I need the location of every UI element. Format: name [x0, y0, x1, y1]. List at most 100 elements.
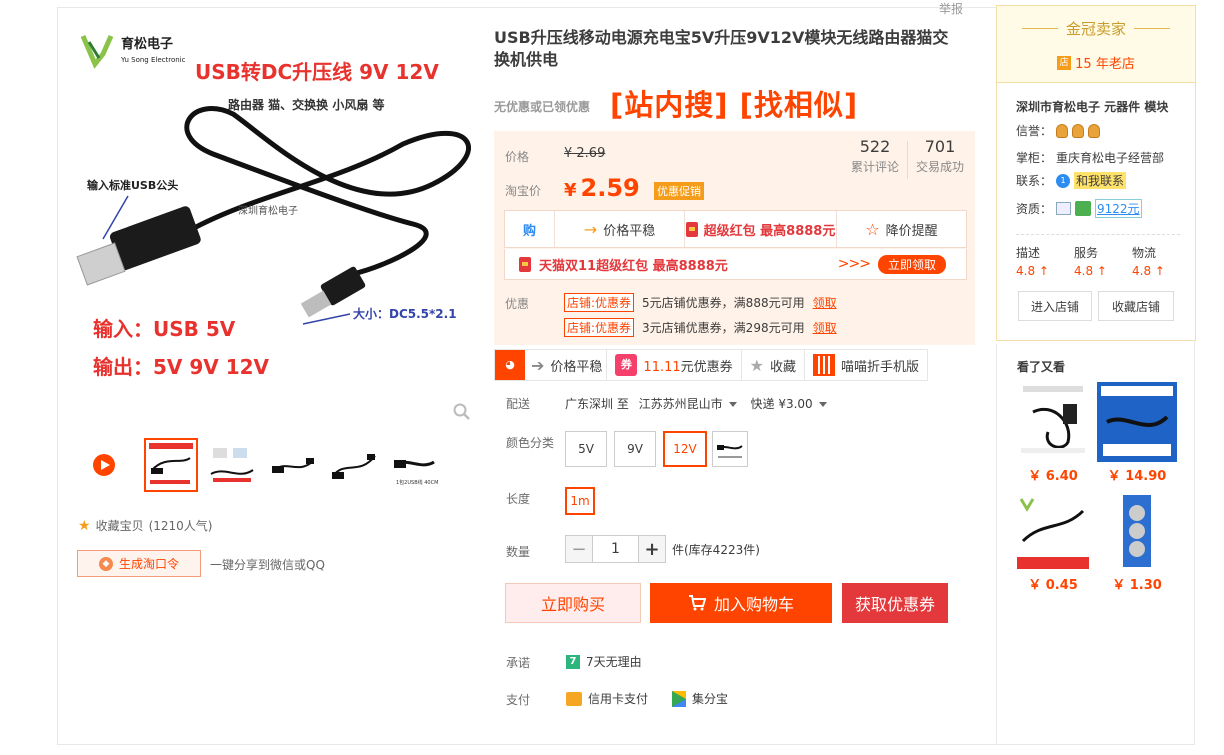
coupon-claim-1[interactable]: 领取	[813, 294, 837, 311]
quantity-label: 数量	[506, 545, 531, 559]
color-option-12v[interactable]: 12V	[663, 431, 707, 467]
quantity-input[interactable]: 1	[593, 535, 638, 563]
recommend-item-2[interactable]: ￥ 14.90	[1097, 382, 1177, 484]
recommend-image-3[interactable]	[1013, 491, 1093, 571]
price-alert-item[interactable]: ☆ 降价提醒	[837, 211, 966, 247]
thumbnail-1[interactable]	[144, 438, 198, 492]
gou-icon: 购	[505, 211, 555, 247]
recommend-image-4[interactable]	[1097, 491, 1177, 571]
collect-shop-button[interactable]: 收藏店铺	[1098, 291, 1174, 321]
seven-day-icon: 7	[566, 654, 580, 669]
quantity-minus-button[interactable]: −	[565, 535, 593, 563]
thumbnail-5[interactable]: 1包2USB线 40CM	[388, 438, 442, 492]
add-to-cart-button[interactable]: 加入购物车	[650, 583, 832, 623]
promise-text: 7天无理由	[586, 655, 642, 669]
contact-me-link[interactable]: 和我联系	[1074, 172, 1127, 189]
thumbnail-3[interactable]	[266, 438, 320, 492]
reviews-stat[interactable]: 522 累计评论	[849, 137, 901, 175]
report-link[interactable]: 举报	[939, 0, 963, 17]
coupon-claim-2[interactable]: 领取	[813, 319, 837, 336]
thumbnail-4[interactable]	[327, 438, 381, 492]
coupon-text-2: 3元店铺优惠券，满298元可用	[642, 321, 805, 335]
coupon-label: 优惠	[505, 297, 530, 311]
add-to-cart-label: 加入购物车	[713, 595, 794, 614]
credit-card-label[interactable]: 信用卡支付	[588, 690, 648, 707]
score-value: 4.8 ↑	[1074, 264, 1107, 278]
toolbar-favorite[interactable]: ★ 收藏	[742, 350, 806, 380]
search-tags[interactable]: [站内搜] [找相似]	[610, 82, 858, 124]
recommend-item-3[interactable]: ￥ 0.45	[1013, 491, 1093, 593]
star-gray-icon: ★	[749, 355, 764, 375]
super-redpacket-item[interactable]: 超级红包 最高8888元	[685, 211, 837, 247]
contact-label: 联系：	[1016, 174, 1053, 188]
shop-age: 店 15 年老店	[997, 53, 1195, 72]
shop-name[interactable]: 深圳市育松电子 元器件 模块	[1016, 98, 1168, 115]
cable-graphic	[181, 106, 471, 277]
reviews-label: 累计评论	[850, 160, 899, 174]
recommend-image-1[interactable]	[1013, 382, 1093, 462]
score-value: 4.8 ↑	[1132, 264, 1165, 278]
color-option-image[interactable]	[712, 431, 748, 467]
arrow-right-icon: →	[583, 219, 598, 239]
play-video-icon[interactable]	[93, 454, 115, 476]
score-logistics: 物流 4.8 ↑	[1132, 244, 1165, 280]
toolbar-coupon[interactable]: 券 11.11元优惠券	[607, 350, 742, 380]
promo-tag: 优惠促销	[654, 182, 704, 200]
toolbar-coupon-label: 11.11元优惠券	[643, 356, 732, 375]
favorite-item-link[interactable]: ★ 收藏宝贝 (1210人气)	[78, 517, 212, 534]
star-outline-icon: ☆	[865, 219, 880, 239]
generate-taokou-button[interactable]: ◆ 生成淘口令	[77, 550, 201, 577]
delivery-to-select[interactable]: 江苏苏州昆山市	[639, 397, 747, 411]
watermark-text: 深圳育松电子	[238, 204, 298, 217]
no-discount-text: 无优惠或已领优惠	[494, 100, 591, 114]
delivery-method-select[interactable]: 快递 ¥3.00	[751, 397, 837, 411]
id-card-icon[interactable]	[1056, 202, 1072, 215]
price-stable-item[interactable]: → 价格平稳	[555, 211, 685, 247]
score-name: 服务	[1074, 246, 1099, 260]
shop-age-label: 15 年老店	[1075, 57, 1135, 72]
enter-shop-button[interactable]: 进入店铺	[1018, 291, 1092, 321]
recommend-item-1[interactable]: ￥ 6.40	[1013, 382, 1093, 484]
recommend-image-2[interactable]	[1097, 382, 1177, 462]
coupon-icon: 券	[615, 354, 638, 376]
gold-seller-badge: 金冠卖家	[997, 6, 1195, 39]
toolbar-favorite-label: 收藏	[770, 359, 797, 375]
color-option-5v[interactable]: 5V	[565, 431, 607, 467]
delivery-from: 广东深圳 至	[565, 397, 629, 411]
promise-item[interactable]: 7 7天无理由	[566, 653, 642, 670]
shop-divider	[1016, 234, 1180, 235]
toolbar-mobile[interactable]: 喵喵折手机版	[805, 350, 927, 380]
main-product-image[interactable]: 育松电子 Yu Song Electronic USB转DC升压线 9V 12V…	[73, 24, 479, 430]
also-viewed-title: 看了又看	[1017, 360, 1066, 374]
buy-now-button[interactable]: 立即购买	[505, 583, 641, 623]
deposit-amount[interactable]: 9122元	[1095, 199, 1142, 218]
brand-logo	[80, 34, 114, 69]
jifenbao-label[interactable]: 集分宝	[692, 690, 728, 707]
recommend-price-3: ￥ 0.45	[1028, 578, 1078, 593]
delivery-info: 广东深圳 至 江苏苏州昆山市 快递 ¥3.00	[565, 395, 837, 412]
toolbar-price-stable[interactable]: ◕ ➔ 价格平稳	[495, 350, 608, 380]
coupon-text-1: 5元店铺优惠券，满888元可用	[642, 296, 805, 310]
get-coupon-button[interactable]: 获取优惠券	[842, 583, 948, 623]
quantity-plus-button[interactable]: +	[638, 535, 666, 563]
length-option-1m[interactable]: 1m	[565, 487, 595, 515]
share-text: 一键分享到微信或QQ	[210, 558, 325, 572]
zoom-icon[interactable]	[453, 403, 471, 421]
coupon-tag-1: 店铺:优惠券	[564, 293, 635, 312]
claim-now-button[interactable]: 立即领取	[877, 254, 946, 274]
color-option-9v[interactable]: 9V	[614, 431, 656, 467]
tmall-redpacket-icon	[519, 256, 531, 272]
brand-en: Yu Song Electronic	[120, 56, 186, 64]
thumbnail-2[interactable]	[205, 438, 259, 492]
plugin-toolbar: ◕ ➔ 价格平稳 券 11.11元优惠券 ★ 收藏 喵喵折手机版	[494, 349, 929, 381]
recommend-item-4[interactable]: ￥ 1.30	[1097, 491, 1177, 593]
chevron-down-icon	[818, 402, 827, 407]
shop-panel: 金冠卖家 店 15 年老店 深圳市育松电子 元器件 模块 信誉： 掌柜： 重庆育松…	[996, 5, 1196, 341]
chevrons-icon: >>>	[837, 256, 871, 272]
qrcode-icon	[813, 354, 836, 376]
price-box: 价格 ¥ 2.69 淘宝价 ¥2.59 优惠促销 522 累计评论 701 交易成功…	[494, 131, 975, 345]
taokou-label: 生成淘口令	[118, 557, 179, 571]
size-label: 大小：DC5.5*2.1	[353, 306, 457, 321]
shop-icon: 店	[1057, 55, 1072, 70]
price-label: 价格	[505, 150, 530, 164]
